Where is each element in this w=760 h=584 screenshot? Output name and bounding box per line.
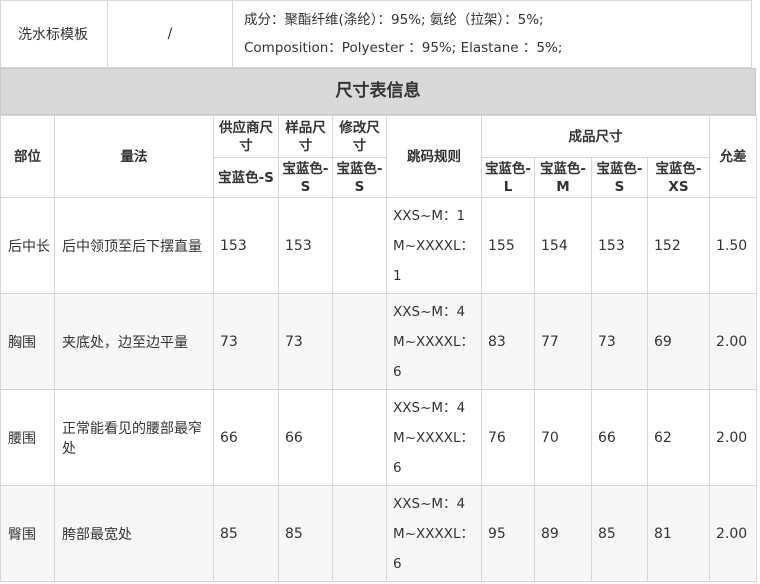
row-grading-rule: XXS~M：4 M~XXXXL：6	[386, 485, 482, 582]
subheader-sample: 宝蓝色-S	[278, 157, 333, 198]
row-sample: 73	[278, 293, 333, 390]
header-sample-size: 样品尺寸	[278, 115, 333, 158]
row-method: 胯部最宽处	[54, 485, 214, 582]
row-part: 胸围	[0, 293, 55, 390]
row-sample: 66	[278, 389, 333, 486]
row-method: 夹底处，边至边平量	[54, 293, 214, 390]
row-finished-xs: 81	[647, 485, 710, 582]
header-method: 量法	[54, 115, 214, 198]
row-rule-1: XXS~M：4	[393, 495, 466, 512]
row-finished-l: 155	[481, 197, 535, 294]
size-chart-title: 尺寸表信息	[0, 68, 756, 115]
wash-label-name: 洗水标模板	[0, 0, 108, 68]
row-method: 后中领顶至后下摆直量	[54, 197, 214, 294]
table-row: 胸围 夹底处，边至边平量 73 73 XXS~M：4 M~XXXXL：6 83 …	[0, 293, 757, 390]
row-rule-1: XXS~M：4	[393, 303, 466, 320]
header-supplier-size: 供应商尺寸	[213, 115, 279, 158]
row-finished-s: 73	[591, 293, 648, 390]
row-part: 腰围	[0, 389, 55, 486]
row-supplier: 73	[213, 293, 279, 390]
subheader-finished-xs: 宝蓝色-XS	[647, 157, 710, 198]
row-modified	[332, 293, 387, 390]
table-row: 后中长 后中领顶至后下摆直量 153 153 XXS~M：1 M~XXXXL：1…	[0, 197, 757, 294]
row-modified	[332, 485, 387, 582]
row-finished-s: 66	[591, 389, 648, 486]
row-rule-2: M~XXXXL：1	[393, 237, 474, 284]
row-finished-s: 153	[591, 197, 648, 294]
row-finished-m: 154	[534, 197, 592, 294]
subheader-modified: 宝蓝色-S	[332, 157, 387, 198]
subheader-finished-m: 宝蓝色-M	[534, 157, 592, 198]
row-supplier: 66	[213, 389, 279, 486]
row-part: 臀围	[0, 485, 55, 582]
row-finished-l: 76	[481, 389, 535, 486]
header-grading-rule: 跳码规则	[386, 115, 482, 198]
header-part: 部位	[0, 115, 55, 198]
row-modified	[332, 197, 387, 294]
row-grading-rule: XXS~M：1 M~XXXXL：1	[386, 197, 482, 294]
row-grading-rule: XXS~M：4 M~XXXXL：6	[386, 389, 482, 486]
row-sample: 153	[278, 197, 333, 294]
row-tolerance: 2.00	[709, 485, 757, 582]
header-tolerance: 允差	[709, 115, 757, 198]
row-finished-m: 77	[534, 293, 592, 390]
wash-label-value: /	[107, 0, 233, 68]
row-finished-xs: 62	[647, 389, 710, 486]
row-part: 后中长	[0, 197, 55, 294]
row-rule-1: XXS~M：4	[393, 399, 466, 416]
row-finished-l: 83	[481, 293, 535, 390]
wash-label-composition: 成分：聚酯纤维(涤纶）：95%; 氨纶（拉架）：5%; Composition：…	[232, 0, 752, 68]
subheader-finished-l: 宝蓝色-L	[481, 157, 535, 198]
row-finished-m: 70	[534, 389, 592, 486]
header-modified-size: 修改尺寸	[332, 115, 387, 158]
table-row: 臀围 胯部最宽处 85 85 XXS~M：4 M~XXXXL：6 95 89 8…	[0, 485, 757, 582]
row-sample: 85	[278, 485, 333, 582]
row-finished-l: 95	[481, 485, 535, 582]
row-method: 正常能看见的腰部最窄处	[54, 389, 214, 486]
row-supplier: 85	[213, 485, 279, 582]
row-supplier: 153	[213, 197, 279, 294]
composition-en: Composition：Polyester ：95%; Elastane ：5%…	[244, 40, 563, 56]
row-rule-2: M~XXXXL：6	[393, 525, 474, 572]
composition-cn: 成分：聚酯纤维(涤纶）：95%; 氨纶（拉架）：5%;	[244, 12, 544, 28]
subheader-finished-s: 宝蓝色-S	[591, 157, 648, 198]
row-grading-rule: XXS~M：4 M~XXXXL：6	[386, 293, 482, 390]
row-finished-m: 89	[534, 485, 592, 582]
row-tolerance: 1.50	[709, 197, 757, 294]
subheader-supplier: 宝蓝色-S	[213, 157, 279, 198]
row-rule-1: XXS~M：1	[393, 207, 466, 224]
header-finished-size: 成品尺寸	[481, 115, 710, 158]
row-rule-2: M~XXXXL：6	[393, 429, 474, 476]
size-chart-table: 部位 量法 供应商尺寸 样品尺寸 修改尺寸 跳码规则 成品尺寸 允差 宝蓝色-S…	[0, 115, 757, 582]
row-finished-s: 85	[591, 485, 648, 582]
header-row-1: 部位 量法 供应商尺寸 样品尺寸 修改尺寸 跳码规则 成品尺寸 允差	[0, 115, 757, 198]
wash-label-row: 洗水标模板 / 成分：聚酯纤维(涤纶）：95%; 氨纶（拉架）：5%; Comp…	[0, 0, 752, 68]
row-modified	[332, 389, 387, 486]
row-finished-xs: 69	[647, 293, 710, 390]
row-tolerance: 2.00	[709, 293, 757, 390]
table-row: 腰围 正常能看见的腰部最窄处 66 66 XXS~M：4 M~XXXXL：6 7…	[0, 389, 757, 486]
wash-label-table: 洗水标模板 / 成分：聚酯纤维(涤纶）：95%; 氨纶（拉架）：5%; Comp…	[0, 0, 752, 68]
row-tolerance: 2.00	[709, 389, 757, 486]
row-finished-xs: 152	[647, 197, 710, 294]
row-rule-2: M~XXXXL：6	[393, 333, 474, 380]
